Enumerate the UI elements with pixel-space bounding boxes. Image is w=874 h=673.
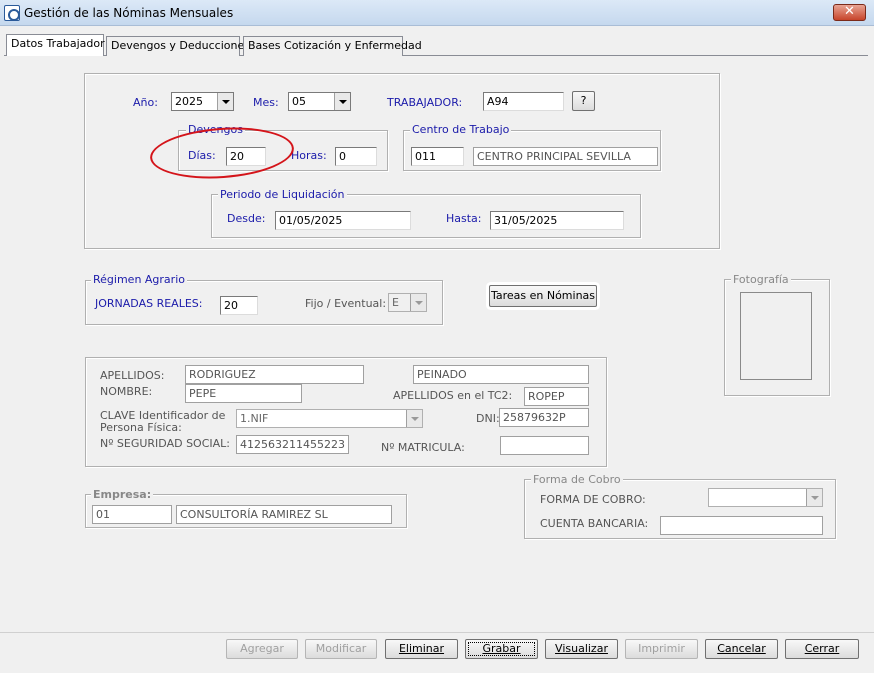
desde-label: Desde:	[227, 212, 266, 225]
nss-field: 412563211455223	[236, 435, 349, 454]
tab-bases-cotizacion[interactable]: Bases Cotización y Enfermedad	[243, 36, 422, 56]
tc2-label: APELLIDOS en el TC2:	[393, 389, 513, 402]
matricula-field	[500, 436, 589, 455]
dni-label: DNI:	[476, 412, 500, 425]
modificar-button: Modificar	[305, 639, 377, 659]
tab-datos-trabajador[interactable]: Datos Trabajador	[6, 34, 105, 56]
month-select[interactable]: 05	[288, 92, 351, 111]
worker-label: TRABAJADOR:	[387, 96, 463, 109]
worker-lookup-button[interactable]: ?	[572, 91, 595, 111]
agregar-button: Agregar	[226, 639, 298, 659]
chevron-down-icon	[406, 410, 422, 427]
nombre-field: PEPE	[185, 384, 302, 403]
desde-input[interactable]: 01/05/2025	[275, 211, 411, 230]
visualizar-button[interactable]: Visualizar	[545, 639, 618, 659]
tareas-nominas-button[interactable]: Tareas en Nóminas	[489, 285, 597, 307]
chevron-down-icon	[806, 489, 822, 506]
nombre-label: NOMBRE:	[100, 385, 153, 398]
forma-cobro-select	[708, 488, 823, 507]
tab-devengos-deducciones[interactable]: Devengos y Deducciones	[106, 36, 250, 56]
cancelar-button[interactable]: Cancelar	[705, 639, 778, 659]
fotografia-legend: Fotografía	[731, 273, 791, 286]
app-icon	[4, 5, 20, 21]
jornadas-input[interactable]: 20	[220, 296, 258, 315]
fijo-eventual-label: Fijo / Eventual:	[305, 297, 387, 310]
apellidos-label: APELLIDOS:	[100, 369, 165, 382]
imprimir-button: Imprimir	[625, 639, 698, 659]
agrario-legend: Régimen Agrario	[91, 273, 187, 286]
year-label: Año:	[133, 96, 158, 109]
nss-label: Nº SEGURIDAD SOCIAL:	[100, 437, 230, 450]
dni-field: 25879632P	[499, 408, 589, 427]
worker-input[interactable]: A94	[483, 92, 564, 111]
cobro-legend: Forma de Cobro	[531, 473, 623, 486]
chevron-down-icon	[410, 294, 426, 311]
hasta-input[interactable]: 31/05/2025	[490, 211, 624, 230]
clave-value: 1.NIF	[240, 412, 269, 425]
hasta-label: Hasta:	[446, 212, 482, 225]
forma-cobro-label: FORMA DE COBRO:	[540, 493, 646, 506]
grabar-button[interactable]: Grabar	[465, 639, 538, 659]
month-label: Mes:	[253, 96, 279, 109]
jornadas-label: JORNADAS REALES:	[95, 297, 203, 310]
centro-name-field: CENTRO PRINCIPAL SEVILLA	[473, 147, 658, 166]
cerrar-button[interactable]: Cerrar	[785, 639, 859, 659]
empresa-code-field: 01	[92, 505, 172, 524]
cuenta-bancaria-field	[660, 516, 823, 535]
liquidacion-legend: Periodo de Liquidación	[218, 188, 347, 201]
fijo-eventual-select: E	[388, 293, 427, 312]
photo-frame[interactable]	[740, 292, 812, 380]
window-title: Gestión de las Nóminas Mensuales	[24, 6, 234, 20]
centro-legend: Centro de Trabajo	[410, 123, 512, 136]
close-button[interactable]: ✕	[833, 4, 866, 21]
horas-input[interactable]: 0	[335, 147, 377, 166]
month-value: 05	[292, 95, 306, 108]
clave-label-line2: Persona Física:	[100, 421, 182, 434]
year-value: 2025	[175, 95, 203, 108]
empresa-legend: Empresa:	[91, 488, 154, 501]
centro-code-input[interactable]: 011	[411, 147, 464, 166]
horas-label: Horas:	[291, 149, 327, 162]
empresa-name-field: CONSULTORÍA RAMIREZ SL	[176, 505, 392, 524]
fijo-eventual-value: E	[392, 296, 399, 309]
chevron-down-icon[interactable]	[217, 93, 233, 110]
chevron-down-icon[interactable]	[334, 93, 350, 110]
matricula-label: Nº MATRICULA:	[381, 441, 465, 454]
clave-select: 1.NIF	[236, 409, 423, 428]
cuenta-bancaria-label: CUENTA BANCARIA:	[540, 517, 649, 530]
eliminar-button[interactable]: Eliminar	[385, 639, 458, 659]
apellido1-field: RODRIGUEZ	[185, 365, 364, 384]
apellido2-field: PEINADO	[413, 365, 589, 384]
year-select[interactable]: 2025	[171, 92, 234, 111]
tc2-field: ROPEP	[524, 387, 589, 406]
